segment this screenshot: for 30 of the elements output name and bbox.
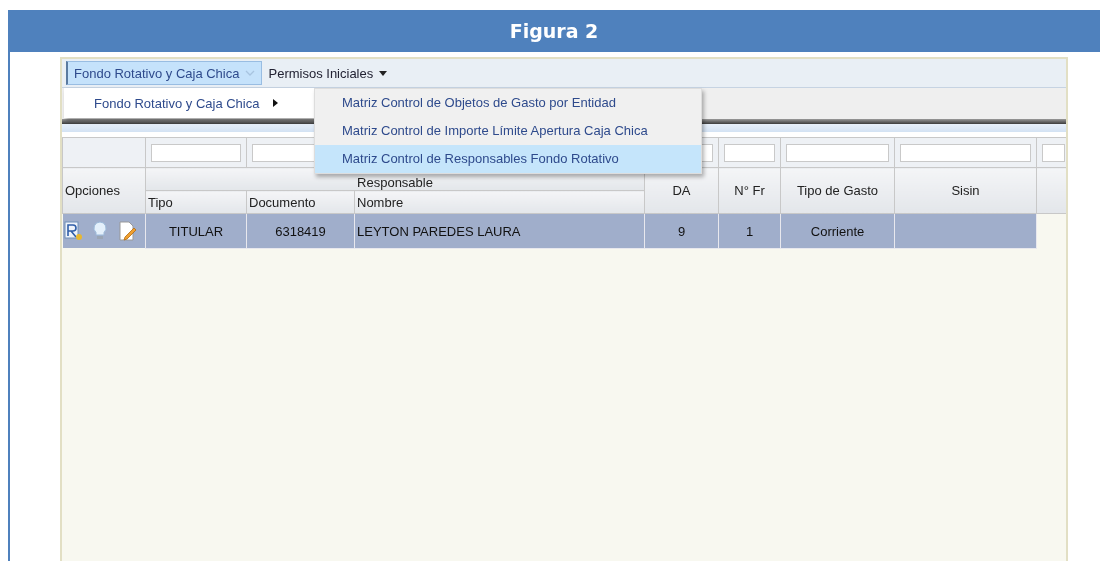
menu-bar-item[interactable]: Fondo Rotativo y Caja Chica bbox=[66, 61, 263, 85]
column-header: Tipo de Gasto bbox=[780, 167, 895, 214]
table-cell: Corriente bbox=[810, 223, 865, 239]
caret-icon bbox=[379, 70, 388, 76]
column-header: Nombre bbox=[354, 190, 645, 214]
table-cell: 1 bbox=[745, 223, 754, 239]
menu-item[interactable]: Matriz Control de Responsables Fondo Rotativo bbox=[315, 145, 701, 173]
menu-item[interactable]: Matriz Control de Objetos de Gasto por Entidad bbox=[315, 89, 701, 117]
figure-title: Figura 2 bbox=[509, 20, 599, 42]
chevron-icon bbox=[245, 69, 256, 77]
menu-bar-item[interactable]: Permisos Iniciales bbox=[262, 61, 394, 85]
column-header: Sisin bbox=[894, 167, 1037, 214]
filter-field[interactable] bbox=[786, 143, 889, 162]
table-cell: LEYTON PAREDES LAURA bbox=[357, 223, 521, 239]
menu-item[interactable]: Fondo Rotativo y Caja Chica bbox=[64, 88, 314, 118]
edit-icon[interactable] bbox=[116, 221, 137, 241]
filter-field[interactable] bbox=[151, 143, 241, 162]
table-cell: TITULAR bbox=[168, 223, 224, 239]
lightbulb-icon[interactable] bbox=[92, 221, 107, 241]
menu-item[interactable]: Matriz Control de Importe Límite Apertura Caja Chica bbox=[315, 117, 701, 145]
submenu-arrow-icon bbox=[273, 99, 279, 107]
column-header: Opciones bbox=[62, 167, 146, 214]
table-cell: 6318419 bbox=[275, 223, 326, 239]
column-header: N° Fr bbox=[718, 167, 781, 214]
table-cell: 9 bbox=[677, 223, 686, 239]
report-icon[interactable] bbox=[62, 221, 83, 241]
filter-field[interactable] bbox=[724, 143, 775, 162]
filter-field[interactable] bbox=[900, 143, 1031, 162]
filter-field[interactable] bbox=[1042, 143, 1065, 162]
column-header: Documento bbox=[246, 190, 355, 214]
